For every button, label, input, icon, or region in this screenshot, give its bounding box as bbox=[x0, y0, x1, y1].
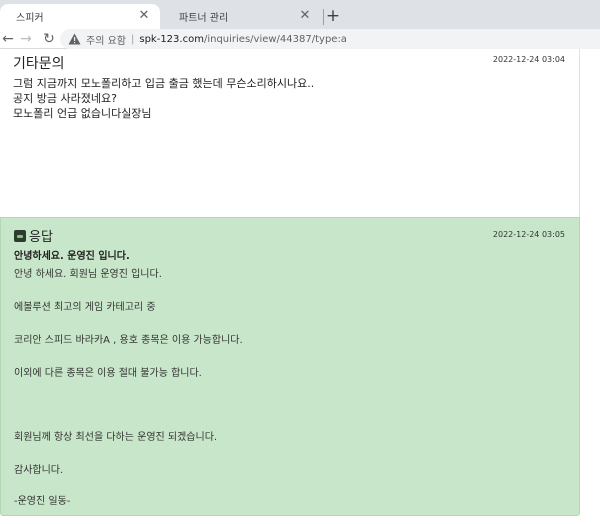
response-greeting: 안녕하세요. 운영진 입니다. bbox=[14, 251, 130, 262]
response-line: 에볼루션 최고의 게임 카테고리 중 bbox=[14, 302, 156, 313]
reload-button[interactable]: ↻ bbox=[41, 29, 57, 49]
inquiry-date: 2022-12-24 03:04 bbox=[492, 55, 565, 64]
url-path: /inquiries/view/44387/type:a bbox=[203, 33, 347, 45]
url-host: spk-123.com bbox=[139, 33, 204, 45]
tab-title: 스피커 bbox=[16, 13, 44, 24]
warning-icon[interactable] bbox=[68, 33, 81, 45]
inquiry-body: 그럼 지금까지 모노폴리하고 입금 출금 했는데 무슨소리하시나요.. 공지 방… bbox=[13, 76, 314, 121]
response-line: 코리안 스피드 바라카A , 용호 종목은 이용 가능합니다. bbox=[14, 335, 243, 346]
response-title: 응답 bbox=[29, 230, 53, 245]
new-tab-button[interactable]: + bbox=[323, 6, 343, 26]
page-gutter bbox=[581, 49, 600, 524]
inquiry-line: 모노폴리 언급 없습니다실장님 bbox=[13, 107, 152, 120]
inquiry-panel: 기타문의 2022-12-24 03:04 그럼 지금까지 모노폴리하고 입금 … bbox=[0, 49, 580, 217]
inquiry-title: 기타문의 bbox=[13, 56, 65, 72]
response-line: 감사합니다. bbox=[14, 465, 64, 476]
response-date: 2022-12-24 03:05 bbox=[492, 230, 565, 239]
tab-title: 파트너 관리 bbox=[179, 13, 229, 24]
address-bar[interactable]: 주의 요함 | spk-123.com/inquiries/view/44387… bbox=[60, 29, 600, 49]
tab-partner-management[interactable]: 파트너 관리 ✕ bbox=[163, 4, 321, 29]
response-line: 안녕 하세요. 회원님 운영진 입니다. bbox=[14, 269, 162, 280]
response-line: 이외에 다른 종목은 이용 절대 불가능 합니다. bbox=[14, 368, 202, 379]
response-line: 회원님께 항상 최선을 다하는 운영진 되겠습니다. bbox=[14, 432, 218, 443]
security-label[interactable]: 주의 요함 bbox=[86, 32, 126, 47]
tab-speaker[interactable]: 스피커 ✕ bbox=[0, 4, 160, 29]
inquiry-line: 공지 방금 사라졌네요? bbox=[13, 92, 117, 105]
response-line: -운영진 일동- bbox=[14, 496, 71, 507]
response-header: 응답 bbox=[14, 226, 53, 245]
inquiry-line: 그럼 지금까지 모노폴리하고 입금 출금 했는데 무슨소리하시나요.. bbox=[13, 77, 315, 90]
omnibox-separator: | bbox=[130, 33, 135, 45]
reply-badge-icon bbox=[14, 229, 26, 242]
browser-toolbar: ← → ↻ 주의 요함 | spk-123.com/inquiries/view… bbox=[0, 29, 600, 49]
close-icon[interactable]: ✕ bbox=[136, 8, 152, 24]
back-button[interactable]: ← bbox=[0, 29, 16, 49]
forward-button[interactable]: → bbox=[18, 29, 34, 49]
tab-strip: 스피커 ✕ 파트너 관리 ✕ + bbox=[0, 0, 600, 29]
close-icon[interactable]: ✕ bbox=[297, 8, 313, 24]
response-panel: 응답 2022-12-24 03:05 안녕하세요. 운영진 입니다. 안녕 하… bbox=[0, 217, 580, 516]
page-content: 기타문의 2022-12-24 03:04 그럼 지금까지 모노폴리하고 입금 … bbox=[0, 49, 600, 524]
